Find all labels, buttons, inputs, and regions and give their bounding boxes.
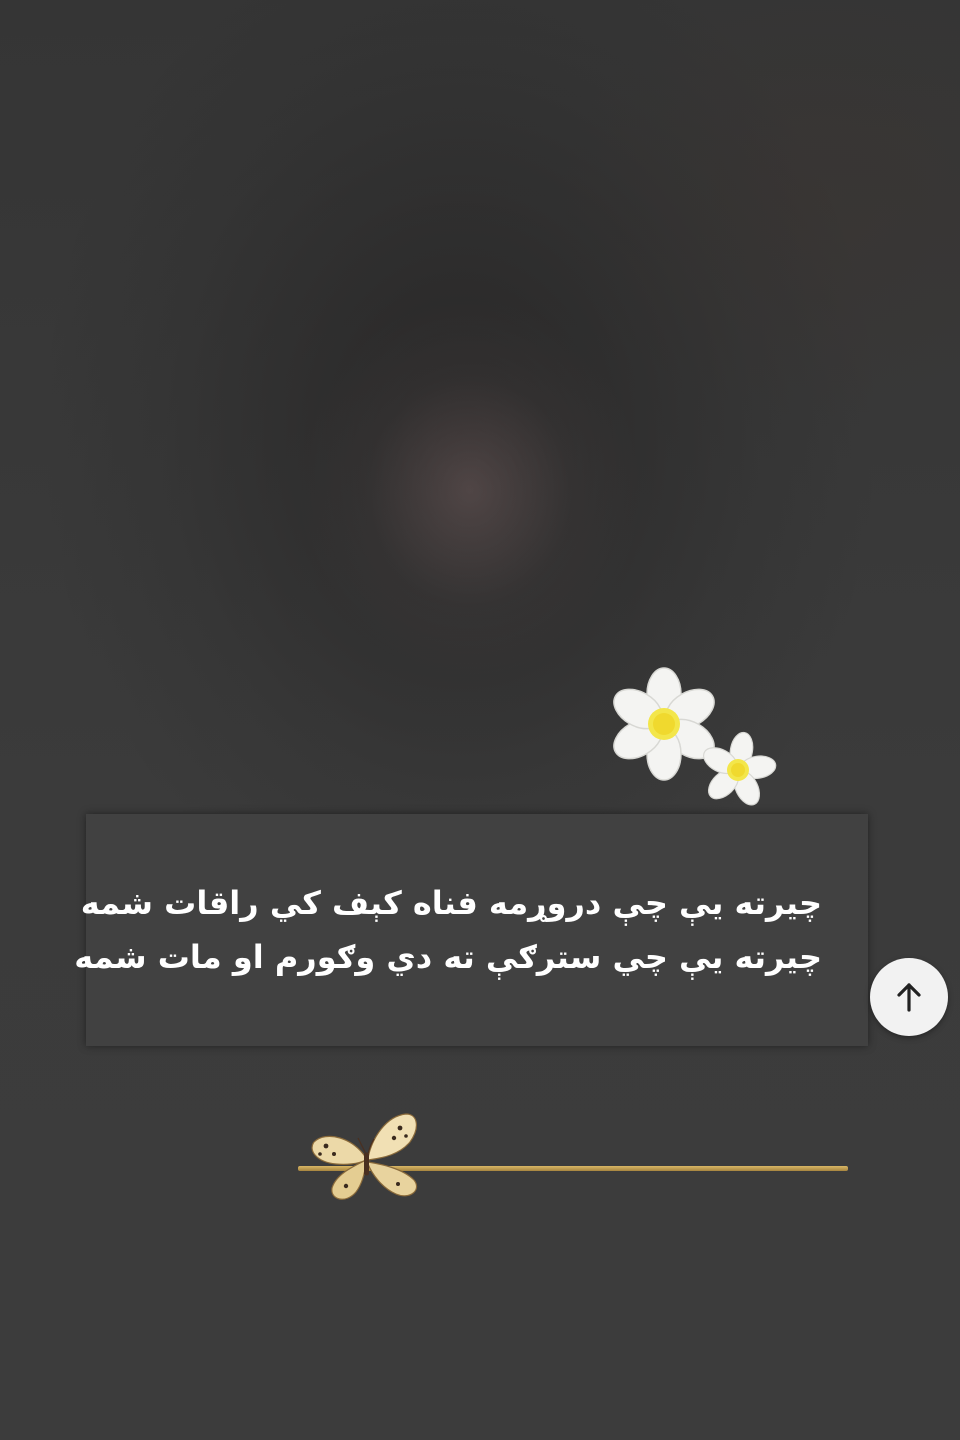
blurred-background	[0, 0, 960, 1440]
arrow-up-icon	[897, 983, 921, 1012]
quote-text: چیرته یې چې دروړمه فناه کېف کي راقات شمه…	[74, 876, 868, 984]
quote-line-2: چیرته یې چي سترګې ته دي وګورم او مات شمه	[74, 938, 822, 976]
daisy-flowers-icon	[613, 667, 777, 806]
quote-line-1: چیرته یې چې دروړمه فناه کېف کي راقات شمه	[80, 884, 822, 922]
butterfly-icon	[311, 1113, 418, 1200]
scroll-to-top-button[interactable]	[870, 958, 948, 1036]
quote-card: چیرته یې چې دروړمه فناه کېف کي راقات شمه…	[74, 814, 868, 1046]
large-daisy-icon	[613, 667, 715, 781]
